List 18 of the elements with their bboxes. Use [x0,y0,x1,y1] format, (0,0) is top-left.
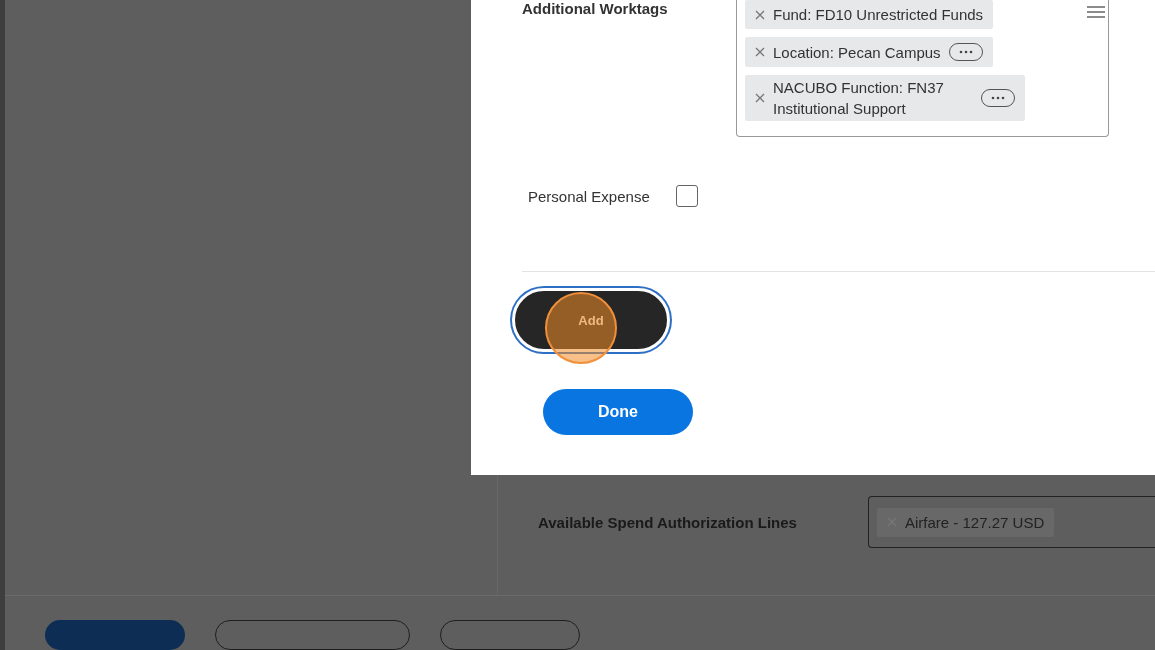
tag-chip[interactable]: NACUBO Function: FN37 Institutional Support [745,75,1025,121]
tag-chip[interactable]: Fund: FD10 Unrestricted Funds [745,0,994,29]
tag-text: Fund: FD10 Unrestricted Funds [773,6,984,23]
checkbox[interactable] [675,185,698,207]
field-label: Personal Expense [528,187,650,205]
worktags-field[interactable]: Fund: FD10 Unrestricted Funds Location: Pecan Campus NACUBO Function: FN37 Institutional Support [736,0,1109,137]
tag-text: NACUBO Function: FN37 Institutional Support [773,78,945,119]
done-button[interactable]: Done [543,389,693,435]
tag-text: Location: Pecan Campus [773,43,941,61]
field-label: Additional Worktags [522,0,669,17]
tag-chip[interactable]: Location: Pecan Campus [745,37,993,67]
remove-icon [755,93,765,103]
primary-button[interactable] [45,620,185,650]
tag-text: Airfare - 127.27 USD [905,513,1045,531]
remove-icon [755,9,765,20]
list-icon[interactable] [1087,6,1105,18]
field-label: Available Spend Authorization Lines [538,513,798,531]
remove-icon [755,47,765,57]
